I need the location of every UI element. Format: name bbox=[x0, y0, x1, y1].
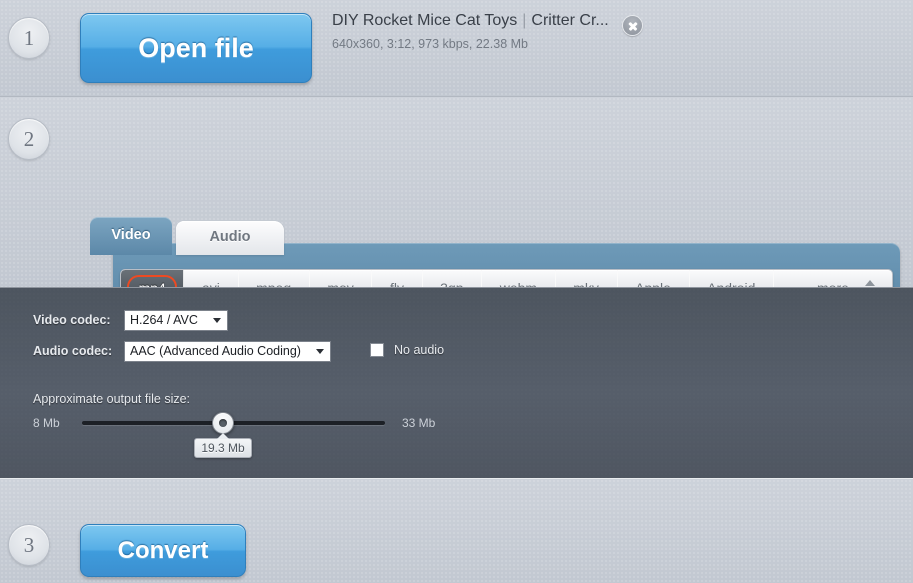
step-number-3: 3 bbox=[8, 524, 50, 566]
tab-video[interactable]: Video bbox=[90, 217, 172, 255]
convert-button[interactable]: Convert bbox=[80, 524, 246, 577]
chevron-down-icon bbox=[316, 349, 324, 354]
file-size-slider-value: 19.3 Mb bbox=[194, 438, 252, 458]
audio-codec-value: AAC (Advanced Audio Coding) bbox=[130, 344, 301, 358]
slider-min-label: 8 Mb bbox=[33, 416, 60, 430]
no-audio-label: No audio bbox=[394, 343, 444, 357]
step-1-section: 1 Open file DIY Rocket Mice Cat Toys|Cri… bbox=[0, 0, 913, 97]
audio-codec-select[interactable]: AAC (Advanced Audio Coding) bbox=[124, 341, 331, 362]
no-audio-checkbox[interactable] bbox=[370, 343, 384, 357]
file-info: DIY Rocket Mice Cat Toys|Critter Cr... 6… bbox=[332, 12, 662, 51]
open-file-button[interactable]: Open file bbox=[80, 13, 312, 83]
video-codec-value: H.264 / AVC bbox=[130, 313, 198, 327]
audio-codec-label: Audio codec: bbox=[33, 344, 112, 358]
video-codec-label: Video codec: bbox=[33, 313, 111, 327]
step-number-1: 1 bbox=[8, 17, 50, 59]
file-title-divider: | bbox=[517, 12, 531, 29]
step-2-section: 2 Video Audio mp4 avi mpeg mov flv 3gp w… bbox=[0, 97, 913, 287]
output-file-size-label: Approximate output file size: bbox=[33, 392, 190, 406]
close-icon[interactable] bbox=[622, 15, 643, 36]
tab-audio[interactable]: Audio bbox=[176, 221, 284, 255]
chevron-down-icon bbox=[213, 318, 221, 323]
file-title-main: DIY Rocket Mice Cat Toys bbox=[332, 12, 517, 29]
step-number-2: 2 bbox=[8, 118, 50, 160]
video-codec-select[interactable]: H.264 / AVC bbox=[124, 310, 228, 331]
slider-max-label: 33 Mb bbox=[402, 416, 435, 430]
file-title-secondary: Critter Cr... bbox=[531, 12, 608, 29]
file-size-slider-handle[interactable] bbox=[212, 412, 234, 434]
file-metadata: 640x360, 3:12, 973 kbps, 22.38 Mb bbox=[332, 37, 662, 51]
file-title: DIY Rocket Mice Cat Toys|Critter Cr... bbox=[332, 12, 662, 30]
